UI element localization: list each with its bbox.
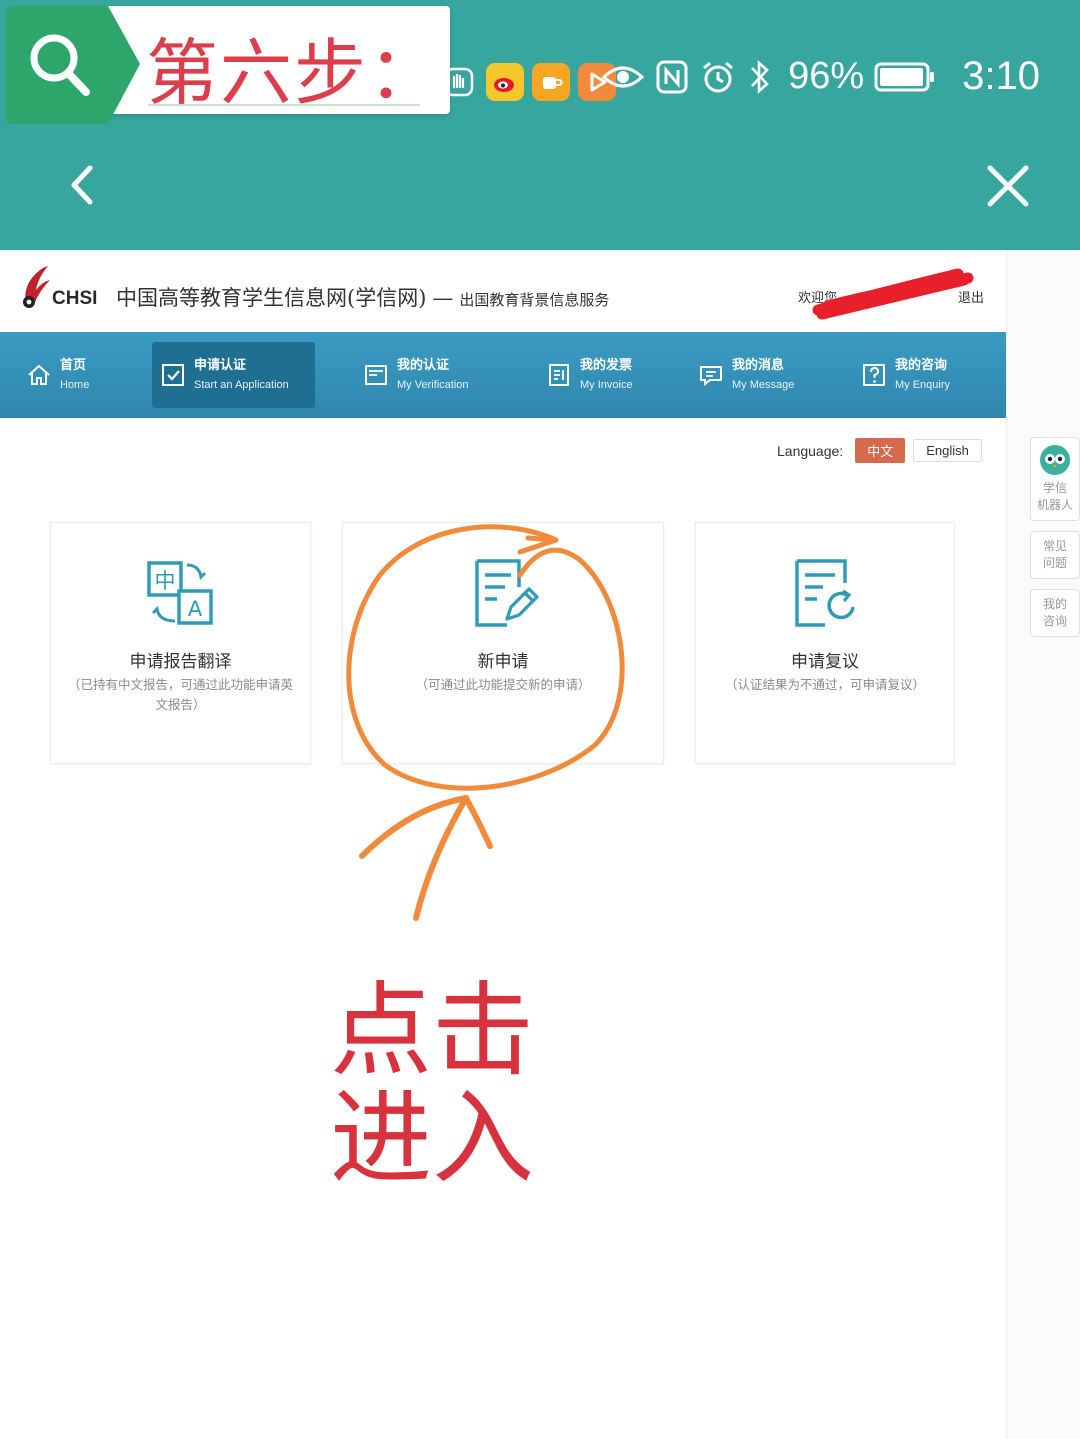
nav-apply[interactable]: 申请认证 Start an Application <box>152 342 315 408</box>
message-icon <box>698 362 724 388</box>
clock-time: 3:10 <box>962 54 1040 99</box>
language-switch: Language: 中文 English <box>777 438 982 463</box>
question-icon <box>861 362 887 388</box>
card-translate-report[interactable]: 中 A 申请报告翻译 （已持有中文报告，可通过此功能申请英文报告） <box>50 522 311 764</box>
redaction-scribble <box>808 258 978 322</box>
site-header: CHSI 中国高等教育学生信息网(学信网)—出国教育背景信息服务 欢迎您 退出 <box>0 250 1006 332</box>
tool-faq-line1: 常见 <box>1043 539 1067 553</box>
card-review-title: 申请复议 <box>696 647 954 672</box>
status-system: 96% 3:10 <box>602 54 1040 99</box>
title-dash: — <box>432 286 453 310</box>
tool-faq-line2: 问题 <box>1043 556 1067 570</box>
translate-icon: 中 A <box>145 557 217 629</box>
nav-enquiry[interactable]: 我的咨询 My Enquiry <box>861 332 950 418</box>
check-square-icon <box>160 362 186 388</box>
site-title-main: 中国高等教育学生信息网(学信网) <box>116 286 426 310</box>
nav-invoice[interactable]: 我的发票 My Invoice <box>546 332 633 418</box>
nav-home-zh: 首页 <box>60 357 89 375</box>
tool-my-enquiry[interactable]: 我的 咨询 <box>1030 589 1080 637</box>
step-tag: 第六步： <box>0 0 450 125</box>
nav-invoice-en: My Invoice <box>580 377 633 393</box>
tool-chatbot[interactable]: 学信 机器人 <box>1030 437 1080 521</box>
nav-home-en: Home <box>60 377 89 393</box>
card-new-title: 新申请 <box>343 647 663 672</box>
chsi-logo-icon[interactable] <box>16 264 54 310</box>
step-label: 第六步： <box>146 14 442 119</box>
close-icon[interactable] <box>984 162 1032 210</box>
website: CHSI 中国高等教育学生信息网(学信网)—出国教育背景信息服务 欢迎您 退出 … <box>0 250 1006 1439</box>
nav-enquiry-zh: 我的咨询 <box>895 357 950 375</box>
chsi-logo-text: CHSI <box>52 288 97 310</box>
nav-message[interactable]: 我的消息 My Message <box>698 332 794 418</box>
svg-text:中: 中 <box>154 569 175 593</box>
lang-zh-button[interactable]: 中文 <box>855 438 905 463</box>
invoice-icon <box>546 362 572 388</box>
tool-chatbot-line2: 机器人 <box>1037 498 1073 512</box>
main-nav: 首页 Home 申请认证 Start an Application 我的认证 My V… <box>0 332 1006 418</box>
page-side-gutter <box>1006 250 1080 1439</box>
tool-chatbot-line1: 学信 <box>1043 481 1067 495</box>
card-new-desc: （可通过此功能提交新的申请） <box>357 675 649 695</box>
nav-verification[interactable]: 我的认证 My Verification <box>363 332 469 418</box>
back-arrow-icon[interactable] <box>60 160 106 210</box>
nav-verification-en: My Verification <box>397 377 469 393</box>
edit-document-icon <box>467 557 539 629</box>
home-icon <box>26 362 52 388</box>
alarm-icon <box>700 59 736 95</box>
search-icon <box>6 6 140 124</box>
battery-percent: 96% <box>788 55 864 98</box>
lang-en-button[interactable]: English <box>913 439 982 462</box>
status-app-icons <box>440 56 624 108</box>
nfc-icon <box>656 60 688 94</box>
review-document-icon <box>789 557 861 629</box>
tool-faq[interactable]: 常见 问题 <box>1030 531 1080 579</box>
site-subtitle: 出国教育背景信息服务 <box>459 291 609 309</box>
nav-message-en: My Message <box>732 377 794 393</box>
certificate-icon <box>363 362 389 388</box>
owl-robot-icon <box>1039 444 1071 476</box>
site-title: 中国高等教育学生信息网(学信网)— 出国教育背景信息服务 <box>116 282 609 312</box>
nav-verification-zh: 我的认证 <box>397 357 469 375</box>
weibo-icon <box>486 63 524 101</box>
card-review-desc: （认证结果为不通过，可申请复议） <box>710 675 940 695</box>
nav-enquiry-en: My Enquiry <box>895 377 950 393</box>
card-translate-title: 申请报告翻译 <box>51 647 310 672</box>
card-new-application[interactable]: 新申请 （可通过此功能提交新的申请） <box>342 522 664 764</box>
cup-app-icon <box>532 63 570 101</box>
nav-apply-zh: 申请认证 <box>194 357 289 375</box>
svg-text:A: A <box>187 597 202 621</box>
instruction-line-1: 点击 <box>330 978 534 1086</box>
language-label: Language: <box>777 443 843 459</box>
nav-invoice-zh: 我的发票 <box>580 357 633 375</box>
bluetooth-icon <box>748 58 772 96</box>
click-instruction: 点击 进入 <box>330 978 534 1194</box>
nav-home[interactable]: 首页 Home <box>26 332 89 418</box>
side-tools: 学信 机器人 常见 问题 我的 咨询 <box>1030 437 1080 647</box>
battery-icon <box>874 61 936 93</box>
card-translate-desc: （已持有中文报告，可通过此功能申请英文报告） <box>65 675 296 715</box>
eye-icon <box>602 62 644 92</box>
instruction-line-2: 进入 <box>330 1086 534 1194</box>
nav-apply-en: Start an Application <box>194 377 289 393</box>
tool-enquiry-line2: 咨询 <box>1043 614 1067 628</box>
card-reconsideration[interactable]: 申请复议 （认证结果为不通过，可申请复议） <box>695 522 955 764</box>
tool-enquiry-line1: 我的 <box>1043 597 1067 611</box>
nav-message-zh: 我的消息 <box>732 357 794 375</box>
